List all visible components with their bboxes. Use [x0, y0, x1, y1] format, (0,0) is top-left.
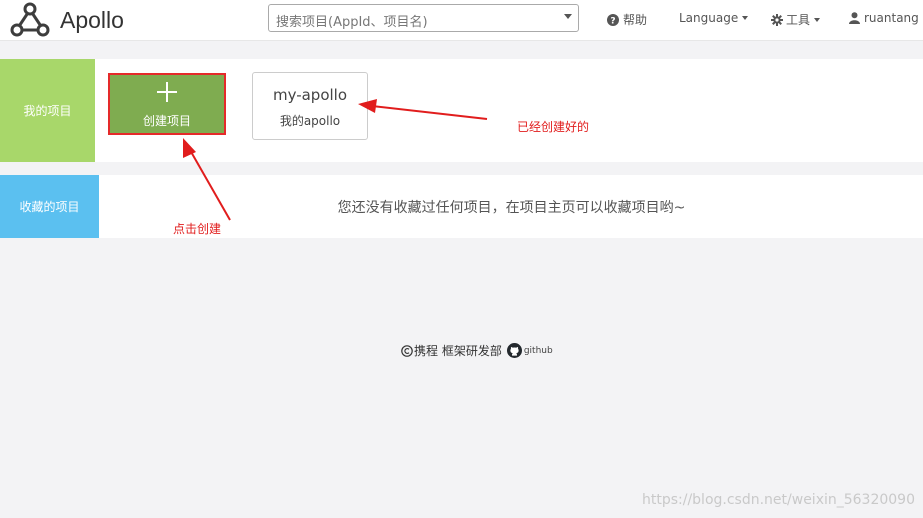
github-link[interactable]: github: [506, 343, 553, 358]
project-description: 我的apollo: [279, 114, 341, 128]
help-label: 帮助: [623, 13, 648, 27]
apollo-logo-icon: [10, 2, 50, 37]
username: ruantang: [864, 11, 919, 25]
language-label: Language: [679, 11, 739, 25]
gear-icon: [771, 13, 783, 26]
favorites-empty-message: 您还没有收藏过任何项目，在项目主页可以收藏项目哟~: [337, 200, 686, 216]
caret-down-icon: [742, 16, 749, 20]
top-navbar: Apollo 搜索项目(AppId、项目名) ? 帮助 Language 工具: [0, 0, 923, 41]
question-circle-icon: ?: [607, 13, 619, 26]
my-projects-side-label: 我的项目: [0, 59, 95, 162]
github-icon: [506, 343, 522, 358]
project-name: my-apollo: [272, 86, 348, 104]
tools-label: 工具: [786, 13, 811, 27]
chevron-down-icon: [564, 14, 572, 19]
create-project-label: 创建项目: [142, 113, 191, 128]
favorites-section: 收藏的项目 您还没有收藏过任何项目，在项目主页可以收藏项目哟~: [0, 175, 923, 238]
github-label: github: [523, 345, 553, 356]
brand-name: Apollo: [60, 6, 124, 33]
tools-dropdown[interactable]: 工具: [771, 11, 821, 28]
apollo-logo[interactable]: Apollo: [8, 0, 124, 40]
caret-down-icon: [814, 17, 821, 22]
annotation-created-note: 已经创建好的: [517, 120, 590, 134]
svg-text:?: ?: [610, 16, 615, 26]
annotation-click-note: 点击创建: [173, 222, 222, 236]
create-project-button[interactable]: 创建项目: [108, 73, 226, 135]
language-dropdown[interactable]: Language: [679, 11, 749, 25]
footer: 携程 框架研发部 github: [401, 342, 553, 359]
copyright-icon: [401, 344, 413, 357]
help-link[interactable]: ? 帮助: [607, 11, 647, 28]
project-search-select[interactable]: 搜索项目(AppId、项目名): [268, 4, 579, 32]
footer-text: 携程 框架研发部: [414, 344, 502, 358]
user-icon: [849, 12, 860, 24]
search-placeholder: 搜索项目(AppId、项目名): [276, 15, 428, 30]
watermark: https://blog.csdn.net/weixin_56320090: [641, 492, 915, 508]
plus-icon: [155, 80, 179, 108]
user-menu[interactable]: ruantang: [849, 11, 919, 25]
project-card[interactable]: my-apollo 我的apollo: [252, 72, 368, 140]
